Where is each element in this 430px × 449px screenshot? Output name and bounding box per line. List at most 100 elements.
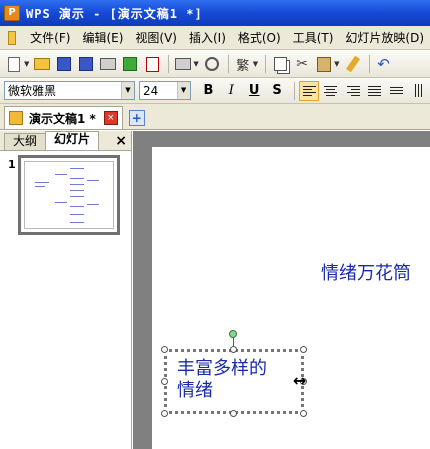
chevron-down-icon[interactable]: ▼ (120, 82, 134, 99)
font-name-select[interactable]: 微软雅黑 ▼ (4, 81, 135, 100)
toolbar-separator (168, 55, 170, 73)
format-painter-icon (345, 55, 360, 73)
resize-handle-bottom-right[interactable] (300, 410, 307, 417)
print-preview-button[interactable] (202, 54, 222, 74)
align-left-button[interactable] (298, 80, 319, 101)
standard-toolbar: ▼ ▼ 繁 ▼ ✂ ▼ ↶ (0, 51, 430, 78)
cut-button[interactable]: ✂ (292, 54, 312, 74)
align-right-icon (346, 85, 360, 87)
undo-icon: ↶ (377, 55, 390, 73)
italic-button[interactable]: I (221, 81, 241, 101)
folder-open-icon (34, 58, 51, 70)
selected-text-box[interactable]: 丰富多样的 情绪 (164, 349, 304, 414)
new-dropdown-arrow[interactable]: ▼ (24, 60, 29, 68)
mindmap-node-text[interactable]: 情绪万花筒 (321, 259, 411, 285)
paste-button[interactable] (314, 54, 334, 74)
font-size-select[interactable]: 24 ▼ (138, 81, 191, 100)
toolbar-separator (293, 81, 295, 100)
bold-button[interactable]: B (199, 81, 219, 101)
text-direction-icon (414, 84, 416, 97)
traditional-chinese-button[interactable]: 繁 (233, 54, 253, 74)
font-name-value: 微软雅黑 (8, 84, 57, 98)
save-button[interactable] (54, 54, 74, 74)
resize-handle-top[interactable] (230, 346, 237, 353)
justify-button[interactable] (365, 81, 385, 101)
export-pdf-button[interactable] (142, 54, 162, 74)
resize-handle-top-left[interactable] (161, 346, 168, 353)
copy-button[interactable] (270, 54, 290, 74)
save-icon (57, 57, 72, 71)
traditional-dropdown-arrow[interactable]: ▼ (253, 60, 258, 68)
resize-handle-left[interactable] (161, 378, 168, 385)
underline-button[interactable]: U (244, 81, 264, 101)
align-center-icon (324, 85, 338, 87)
thumbnail-node (55, 202, 67, 203)
resize-handle-bottom[interactable] (230, 410, 237, 417)
menu-view[interactable]: 视图(V) (129, 29, 183, 46)
slides-panel: 大纲 幻灯片 × 1 (0, 131, 132, 449)
distributed-icon (389, 87, 403, 88)
document-menu-icon[interactable] (8, 30, 17, 45)
menu-file[interactable]: 文件(F) (24, 29, 76, 46)
thumbnail-node (70, 222, 84, 223)
text-line: 情绪 (177, 380, 213, 401)
slide-editor: 情绪万花筒 丰富多样的 情绪 ↔ (133, 131, 430, 449)
distributed-button[interactable] (386, 81, 406, 101)
print-dropdown-arrow[interactable]: ▼ (193, 60, 198, 68)
menu-slideshow[interactable]: 幻灯片放映(D) (339, 29, 430, 46)
tab-slides[interactable]: 幻灯片 (45, 131, 100, 150)
align-center-button[interactable] (321, 81, 341, 101)
thumbnail-node (87, 204, 99, 205)
window-title: WPS 演示 - [演示文稿1 *] (26, 6, 203, 21)
menu-bar: 文件(F) 编辑(E) 视图(V) 插入(I) 格式(O) 工具(T) 幻灯片放… (0, 26, 430, 50)
document-tab[interactable]: 演示文稿1 * × (4, 106, 123, 129)
toolbar-separator (265, 55, 267, 73)
menu-insert[interactable]: 插入(I) (183, 29, 232, 46)
chevron-down-icon[interactable]: ▼ (176, 82, 190, 99)
save-as-button[interactable] (76, 54, 96, 74)
thumbnail-node (70, 184, 84, 185)
document-tab-label: 演示文稿1 * (29, 111, 96, 126)
thumbnail-node (70, 190, 84, 191)
document-tab-bar: 演示文稿1 * × + (0, 104, 430, 130)
menu-format[interactable]: 格式(O) (232, 29, 287, 46)
slide-thumbnail[interactable] (18, 155, 120, 235)
printer-icon (100, 58, 117, 70)
text-direction-button[interactable] (408, 81, 428, 101)
close-panel-button[interactable]: × (115, 133, 127, 149)
magnifier-icon (204, 57, 219, 71)
undo-button[interactable]: ↶ (374, 54, 394, 74)
formatting-toolbar: 微软雅黑 ▼ 24 ▼ B I U S (0, 78, 430, 104)
export-button[interactable] (120, 54, 140, 74)
open-button[interactable] (32, 54, 52, 74)
new-tab-button[interactable]: + (128, 110, 145, 126)
paste-dropdown-arrow[interactable]: ▼ (334, 60, 339, 68)
resize-handle-top-right[interactable] (300, 346, 307, 353)
title-bar: P WPS 演示 - [演示文稿1 *] (0, 0, 430, 26)
thumbnail-node (70, 178, 84, 179)
menu-tools[interactable]: 工具(T) (287, 29, 340, 46)
menu-edit[interactable]: 编辑(E) (76, 29, 129, 46)
new-button[interactable] (4, 54, 24, 74)
align-right-button[interactable] (343, 81, 363, 101)
save-as-icon (79, 57, 94, 71)
slide-canvas[interactable]: 情绪万花筒 丰富多样的 情绪 ↔ (152, 147, 430, 449)
selected-text-box-content[interactable]: 丰富多样的 情绪 (177, 358, 267, 402)
tab-outline[interactable]: 大纲 (4, 133, 47, 150)
panel-tabs: 大纲 幻灯片 × (0, 131, 131, 151)
slide-number: 1 (8, 158, 16, 171)
copy-icon (273, 57, 287, 71)
print-button[interactable] (173, 54, 193, 74)
justify-icon (367, 85, 381, 87)
close-tab-button[interactable]: × (103, 111, 118, 125)
new-document-icon (8, 56, 20, 72)
paste-icon (317, 56, 332, 72)
format-painter-button[interactable] (343, 54, 363, 74)
thumbnail-node (55, 174, 67, 175)
font-size-value: 24 (142, 83, 159, 98)
text-shadow-button[interactable]: S (267, 81, 287, 101)
rotation-handle[interactable] (229, 330, 237, 338)
thumbnail-node (70, 196, 84, 197)
print-setup-button[interactable] (98, 54, 118, 74)
resize-handle-bottom-left[interactable] (161, 410, 168, 417)
